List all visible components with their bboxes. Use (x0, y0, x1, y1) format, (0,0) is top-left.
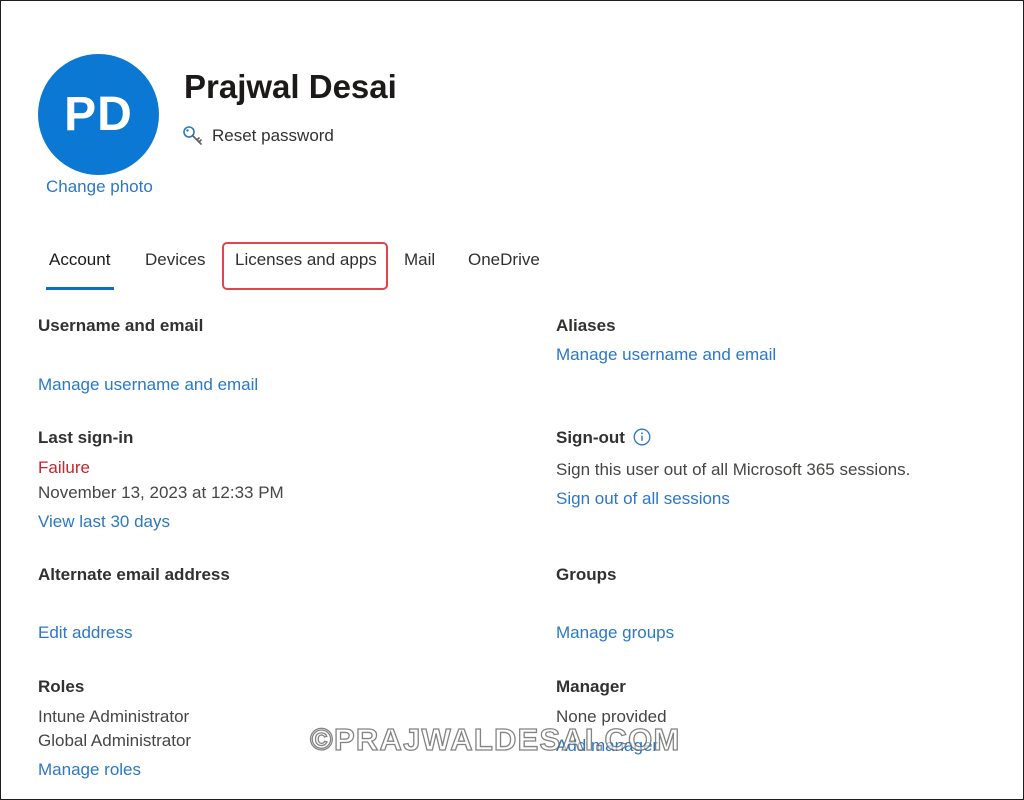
reset-password-label: Reset password (212, 126, 334, 145)
username-heading: Username and email (38, 316, 204, 335)
signin-status: Failure (38, 458, 90, 477)
manage-roles-link[interactable]: Manage roles (38, 760, 141, 780)
change-photo-link[interactable]: Change photo (46, 177, 153, 197)
signout-heading: Sign-out (556, 428, 625, 447)
active-tab-indicator (46, 287, 114, 290)
manage-username-link[interactable]: Manage username and email (38, 375, 258, 395)
manage-groups-link[interactable]: Manage groups (556, 623, 674, 643)
info-icon[interactable] (633, 428, 651, 446)
reset-password-button[interactable]: Reset password (182, 125, 334, 147)
avatar-initials: PD (64, 88, 133, 141)
tab-onedrive[interactable]: OneDrive (468, 250, 540, 270)
manager-value: None provided (556, 707, 667, 726)
highlight-annotation (222, 242, 388, 290)
roles-heading: Roles (38, 677, 85, 696)
manage-aliases-link[interactable]: Manage username and email (556, 345, 776, 365)
tab-account[interactable]: Account (49, 250, 110, 270)
groups-heading: Groups (556, 565, 617, 584)
add-manager-link[interactable]: Add manager (556, 736, 658, 756)
signout-description: Sign this user out of all Microsoft 365 … (556, 460, 911, 479)
last-signin-heading: Last sign-in (38, 428, 134, 447)
role-item: Global Administrator (38, 731, 192, 750)
tab-mail[interactable]: Mail (404, 250, 435, 270)
avatar[interactable]: PD (38, 54, 159, 175)
alternate-email-heading: Alternate email address (38, 565, 230, 584)
signin-timestamp: November 13, 2023 at 12:33 PM (38, 483, 284, 502)
user-display-name: Prajwal Desai (184, 68, 397, 105)
key-icon (183, 126, 202, 145)
edit-address-link[interactable]: Edit address (38, 623, 133, 643)
manager-heading: Manager (556, 677, 626, 696)
aliases-heading: Aliases (556, 316, 616, 335)
view-last-30-days-link[interactable]: View last 30 days (38, 512, 170, 532)
sign-out-all-sessions-link[interactable]: Sign out of all sessions (556, 489, 730, 509)
tab-devices[interactable]: Devices (145, 250, 205, 270)
role-item: Intune Administrator (38, 707, 190, 726)
